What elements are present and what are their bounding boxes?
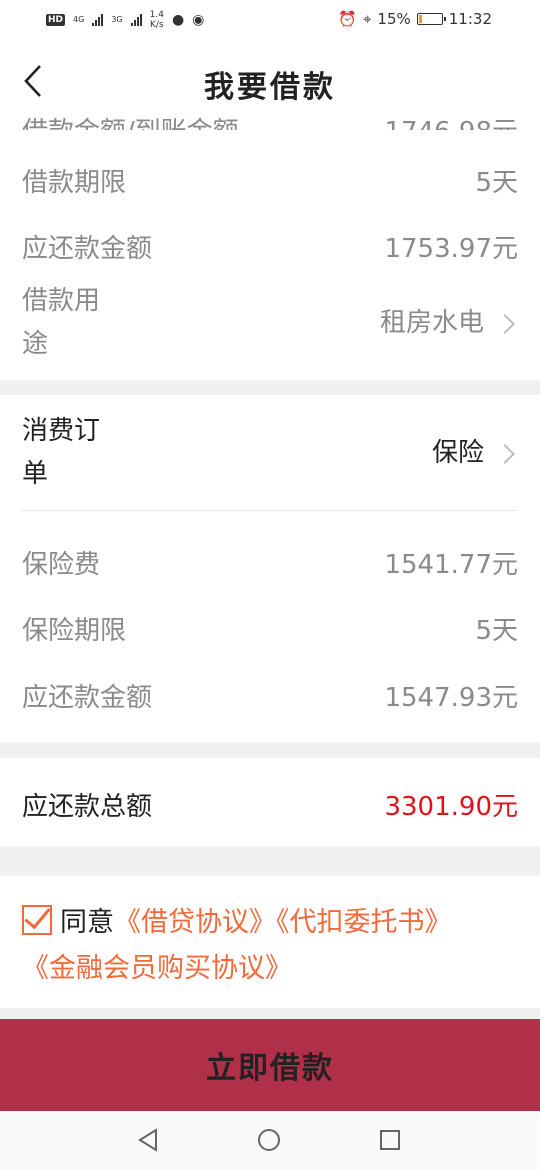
network-type-4g: 4G xyxy=(73,15,85,24)
system-nav-bar xyxy=(0,1111,540,1170)
signal-icon xyxy=(92,14,104,26)
loan-term-value: 5天 xyxy=(475,167,518,198)
chevron-right-icon xyxy=(495,443,515,464)
order-value-wrap: 保险 xyxy=(432,432,518,475)
agreement-checkbox[interactable] xyxy=(22,905,52,935)
section-divider xyxy=(0,1008,540,1019)
insurance-fee-row: 保险费 1541.77元 xyxy=(22,542,518,582)
clock: 11:32 xyxy=(448,10,492,28)
nav-home-icon[interactable] xyxy=(258,1129,280,1151)
section-divider xyxy=(0,742,540,758)
app-notification-icon: ◉ xyxy=(192,12,205,28)
agreement-prefix: 同意 xyxy=(60,907,114,938)
loan-purpose-row[interactable]: 借款用 途 租房水电 xyxy=(22,280,518,366)
status-bar: HD 4G 3G 1.4 K/s ● ◉ ⏰ ⌖ 15% 11:32 xyxy=(0,0,540,42)
insurance-repay-row: 应还款金额 1547.93元 xyxy=(22,675,518,715)
section-divider xyxy=(0,846,540,876)
alarm-icon: ⏰ xyxy=(338,10,357,28)
location-icon: ⌖ xyxy=(362,10,372,28)
nav-back-icon[interactable] xyxy=(136,1128,160,1152)
order-value: 保险 xyxy=(431,437,484,468)
loan-purpose-value-wrap: 租房水电 xyxy=(380,302,518,345)
loan-repay-row: 应还款金额 1753.97元 xyxy=(22,226,518,266)
insurance-fee-label: 保险费 xyxy=(22,549,101,580)
debit-authorization-link[interactable]: 《代扣委托书》 xyxy=(276,907,452,938)
nav-recent-apps-icon[interactable] xyxy=(380,1130,400,1150)
loan-amount-label: 借款金额/到账金额 xyxy=(22,111,239,130)
membership-agreement-link[interactable]: 《金融会员购买协议》 xyxy=(22,953,292,984)
total-value: 3301.90元 xyxy=(384,791,518,822)
loan-term-label: 借款期限 xyxy=(22,167,127,198)
network-speed-value: 1.4 xyxy=(149,10,164,20)
chevron-right-icon xyxy=(495,313,515,334)
borrow-now-button[interactable]: 立即借款 xyxy=(0,1019,540,1111)
loan-purpose-value: 租房水电 xyxy=(379,307,484,338)
loan-purpose-label-line2: 途 xyxy=(22,329,49,359)
insurance-fee-value: 1541.77元 xyxy=(384,549,518,580)
total-label: 应还款总额 xyxy=(22,791,153,822)
loan-purpose-label-line1: 借款用 xyxy=(22,286,101,316)
insurance-term-row: 保险期限 5天 xyxy=(22,608,518,648)
message-icon: ● xyxy=(171,12,185,28)
loan-repay-label: 应还款金额 xyxy=(22,233,153,264)
hd-indicator: HD xyxy=(46,14,66,26)
insurance-repay-label: 应还款金额 xyxy=(22,682,153,713)
network-speed-unit: K/s xyxy=(149,20,164,30)
row-divider xyxy=(22,510,518,511)
loan-repay-value: 1753.97元 xyxy=(384,233,518,264)
signal-icon-2 xyxy=(130,14,142,26)
insurance-term-value: 5天 xyxy=(475,615,518,646)
battery-percent: 15% xyxy=(377,10,411,28)
agreement-block: 同意《借贷协议》《代扣委托书》 《金融会员购买协议》 xyxy=(22,900,518,992)
loan-purpose-label: 借款用 途 xyxy=(22,280,100,366)
loan-term-row: 借款期限 5天 xyxy=(22,160,518,200)
total-row: 应还款总额 3301.90元 xyxy=(22,782,518,826)
section-divider xyxy=(0,380,540,395)
insurance-repay-value: 1547.93元 xyxy=(384,682,518,713)
order-label-line2: 单 xyxy=(22,459,49,489)
order-label-line1: 消费订 xyxy=(22,416,101,446)
battery-level-fill xyxy=(418,15,422,23)
battery-icon xyxy=(416,13,446,25)
loan-amount-row-cut: 借款金额/到账金额 1746.98元 xyxy=(22,96,518,130)
network-speed: 1.4 K/s xyxy=(150,10,164,30)
loan-amount-value: 1746.98元 xyxy=(384,111,518,130)
insurance-term-label: 保险期限 xyxy=(22,615,127,646)
order-row[interactable]: 消费订 单 保险 xyxy=(22,410,518,496)
network-type-3g: 3G xyxy=(111,15,123,24)
order-label: 消费订 单 xyxy=(22,410,100,496)
loan-agreement-link[interactable]: 《借贷协议》 xyxy=(114,907,276,938)
